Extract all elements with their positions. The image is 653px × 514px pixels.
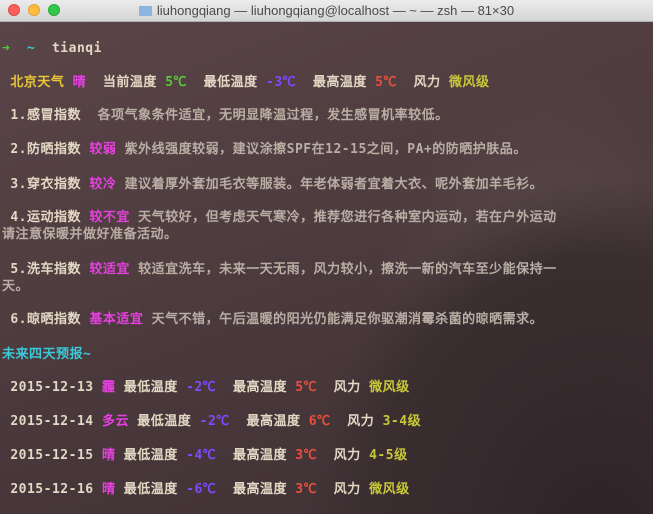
high-temp: 5℃ (295, 380, 318, 395)
index-desc: 建议着厚外套加毛衣等服装。年老体弱者宜着大衣、呢外套加羊毛衫。 (124, 177, 544, 192)
index-level: 较冷 (89, 177, 117, 192)
index-desc: 天气不错，午后温暖的阳光仍能满足你驱潮消霉杀菌的晾晒需求。 (151, 312, 544, 327)
label: 风力 (413, 75, 441, 90)
label: 最高温度 (232, 448, 287, 463)
label: 最低温度 (123, 448, 178, 463)
wind: 微风级 (369, 482, 410, 497)
label: 风力 (333, 482, 361, 497)
low-temp: -2℃ (199, 414, 230, 429)
index-line: 6.晾晒指数 基本适宜 天气不错，午后温暖的阳光仍能满足你驱潮消霉杀菌的晾晒需求… (2, 311, 543, 328)
low-temp: -4℃ (186, 448, 217, 463)
label: 风力 (333, 448, 361, 463)
forecast-row: 2015-12-14 多云 最低温度 -2℃ 最高温度 6℃ 风力 3-4级 (2, 413, 421, 430)
weather: 晴 (72, 75, 87, 90)
index-line: 4.运动指数 较不宜 天气较好，但考虑天气寒冷，推荐您进行各种室内运动，若在户外… (2, 209, 557, 226)
low-temp: -2℃ (186, 380, 217, 395)
high-temp: 5℃ (375, 75, 397, 90)
label: 最高温度 (232, 482, 287, 497)
high-temp: 6℃ (308, 414, 331, 429)
city: 北京天气 (10, 75, 65, 90)
weather: 晴 (101, 448, 116, 463)
label: 风力 (333, 380, 361, 395)
wind: 3-4级 (382, 414, 422, 429)
date: 2015-12-13 (10, 380, 94, 395)
weather: 霾 (101, 380, 116, 395)
low-temp: -3℃ (266, 75, 297, 90)
index-desc: 各项气象条件适宜，无明显降温过程，发生感冒机率较低。 (97, 108, 449, 123)
forecast-row: 2015-12-15 晴 最低温度 -4℃ 最高温度 3℃ 风力 4-5级 (2, 447, 408, 464)
index-desc-cont: 请注意保暖并做好准备活动。 (2, 227, 178, 242)
wind: 微风级 (369, 380, 410, 395)
today-line: 北京天气 晴 当前温度 5℃ 最低温度 -3℃ 最高温度 5℃ 风力 微风级 (2, 74, 490, 91)
current-temp: 5℃ (165, 75, 188, 90)
date: 2015-12-14 (10, 414, 94, 429)
zoom-button[interactable] (48, 4, 60, 16)
index-name: 1.感冒指数 (10, 108, 81, 123)
index-level: 基本适宜 (89, 312, 144, 327)
forecast-row: 2015-12-13 霾 最低温度 -2℃ 最高温度 5℃ 风力 微风级 (2, 379, 410, 396)
wind: 微风级 (449, 75, 490, 90)
forecast-row: 2015-12-16 晴 最低温度 -6℃ 最高温度 3℃ 风力 微风级 (2, 481, 410, 498)
forecast-title: 未来四天预报~ (2, 347, 92, 362)
label: 最低温度 (137, 414, 192, 429)
title-bar: liuhongqiang — liuhongqiang@localhost — … (0, 0, 653, 22)
index-level: 较不宜 (89, 210, 130, 225)
label: 最高温度 (232, 380, 287, 395)
index-desc: 天气较好，但考虑天气寒冷，推荐您进行各种室内运动，若在户外运动 (138, 210, 557, 225)
date: 2015-12-15 (10, 448, 94, 463)
index-line: 5.洗车指数 较适宜 较适宜洗车，未来一天无雨，风力较小，擦洗一新的汽车至少能保… (2, 261, 557, 278)
home-folder-icon (138, 5, 152, 16)
label: 最高温度 (312, 75, 367, 90)
index-desc-cont: 天。 (2, 279, 30, 294)
label: 最低温度 (203, 75, 258, 90)
label: 当前温度 (102, 75, 157, 90)
prompt-arrow-icon: ➜ (2, 41, 11, 56)
index-line: 1.感冒指数 各项气象条件适宜，无明显降温过程，发生感冒机率较低。 (2, 107, 449, 124)
terminal-window: liuhongqiang — liuhongqiang@localhost — … (0, 0, 653, 514)
index-line: 2.防晒指数 较弱 紫外线强度较弱，建议涂擦SPF在12-15之间，PA+的防晒… (2, 141, 527, 158)
index-level: 较弱 (89, 142, 117, 157)
index-desc: 较适宜洗车，未来一天无雨，风力较小，擦洗一新的汽车至少能保持一 (138, 262, 557, 277)
weather: 晴 (101, 482, 116, 497)
label: 最低温度 (123, 380, 178, 395)
weather: 多云 (101, 414, 129, 429)
high-temp: 3℃ (295, 448, 318, 463)
window-title: liuhongqiang — liuhongqiang@localhost — … (156, 3, 515, 18)
index-name: 5.洗车指数 (10, 262, 81, 277)
index-name: 4.运动指数 (10, 210, 81, 225)
low-temp: -6℃ (186, 482, 217, 497)
label: 最低温度 (123, 482, 178, 497)
terminal-content[interactable]: ➜ ~ tianqi 北京天气 晴 当前温度 5℃ 最低温度 -3℃ 最高温度 … (0, 22, 653, 514)
index-name: 3.穿衣指数 (10, 177, 81, 192)
high-temp: 3℃ (295, 482, 318, 497)
date: 2015-12-16 (10, 482, 94, 497)
minimize-button[interactable] (28, 4, 40, 16)
close-button[interactable] (8, 4, 20, 16)
label: 风力 (347, 414, 375, 429)
label: 最高温度 (246, 414, 301, 429)
wind: 4-5级 (369, 448, 408, 463)
prompt-line: ➜ ~ tianqi (2, 40, 102, 57)
index-name: 2.防晒指数 (10, 142, 81, 157)
index-desc: 紫外线强度较弱，建议涂擦SPF在12-15之间，PA+的防晒护肤品。 (124, 142, 527, 157)
index-line: 3.穿衣指数 较冷 建议着厚外套加毛衣等服装。年老体弱者宜着大衣、呢外套加羊毛衫… (2, 176, 543, 193)
index-level: 较适宜 (89, 262, 130, 277)
index-name: 6.晾晒指数 (10, 312, 81, 327)
command-text: tianqi (51, 41, 102, 56)
prompt-dir: ~ (26, 41, 36, 56)
